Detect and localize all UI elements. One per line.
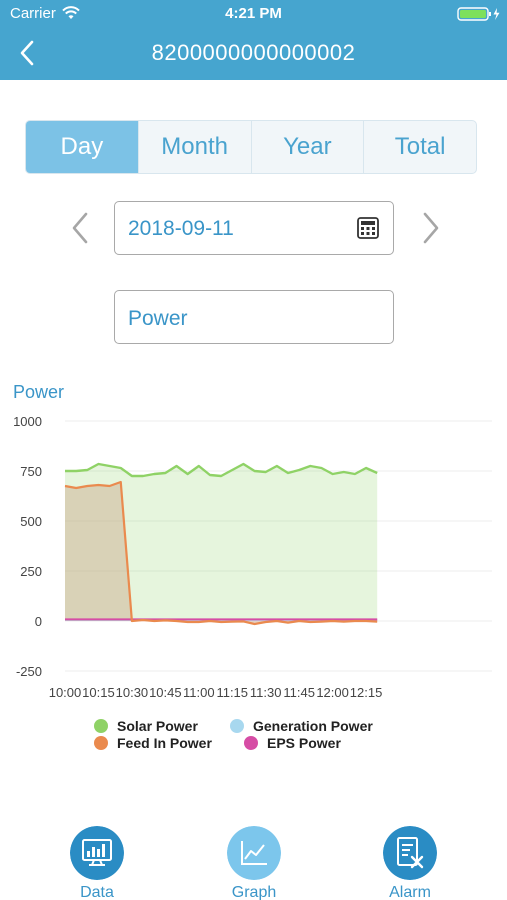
data-icon [70, 826, 124, 880]
tab-year[interactable]: Year [250, 121, 364, 173]
tab-graph[interactable]: Graph [199, 826, 309, 900]
next-date-button[interactable] [415, 208, 445, 248]
previous-date-button[interactable] [66, 208, 96, 248]
tab-total[interactable]: Total [363, 121, 476, 173]
date-field[interactable]: 2018-09-11 [114, 201, 394, 255]
battery-icon [457, 7, 500, 21]
nav-bar: 8200000000000002 [0, 28, 507, 80]
legend-dot-solar [94, 719, 108, 733]
legend-generation-power: Generation Power [230, 718, 373, 734]
legend-feed-in-power: Feed In Power [94, 735, 212, 751]
legend-label: Solar Power [117, 718, 198, 734]
y-tick-label: 750 [20, 464, 42, 479]
tab-label: Alarm [389, 884, 431, 900]
x-tick-label: 11:30 [250, 685, 282, 700]
legend-solar-power: Solar Power [94, 718, 198, 734]
page-title: 8200000000000002 [151, 40, 356, 65]
y-tick-label: 250 [20, 564, 42, 579]
x-tick-label: 11:45 [283, 685, 315, 700]
x-tick-label: 10:15 [82, 685, 115, 700]
legend-label: Feed In Power [117, 735, 212, 751]
x-tick-label: 11:00 [183, 685, 215, 700]
graph-icon [227, 826, 281, 880]
chart-type-value: Power [128, 307, 188, 330]
legend-label: Generation Power [253, 718, 373, 734]
x-tick-label: 10:30 [116, 685, 149, 700]
legend-label: EPS Power [267, 735, 341, 751]
tab-data[interactable]: Data [42, 826, 152, 900]
chart-legend: Solar Power Generation Power Feed In Pow… [94, 718, 434, 758]
chart-title: Power [13, 382, 65, 402]
tab-alarm[interactable]: Alarm [355, 826, 465, 900]
tab-label: Data [80, 884, 114, 900]
power-chart: 10007505002500-25010:00 10:15 10:30 10:45 11… [13, 414, 492, 700]
date-value: 2018-09-11 [128, 217, 234, 240]
x-tick-label: 10:45 [149, 685, 182, 700]
legend-eps-power: EPS Power [244, 735, 341, 751]
chart-type-selector[interactable]: Power [114, 290, 394, 344]
x-tick-label: 11:15 [216, 685, 248, 700]
status-bar: Carrier 4:21 PM [0, 0, 507, 28]
y-tick-label: -250 [16, 664, 42, 679]
legend-dot-generation [230, 719, 244, 733]
tab-label: Graph [231, 884, 277, 900]
calendar-icon[interactable] [356, 216, 380, 240]
x-tick-label: 12:00 [316, 685, 349, 700]
tab-month[interactable]: Month [137, 121, 251, 173]
x-tick-label: 10:00 [49, 685, 82, 700]
x-tick-label: 12:15 [350, 685, 383, 700]
tab-day[interactable]: Day [26, 121, 138, 173]
y-tick-label: 500 [20, 514, 42, 529]
y-tick-label: 0 [35, 614, 42, 629]
status-time: 4:21 PM [225, 5, 282, 22]
alarm-icon [383, 826, 437, 880]
legend-dot-feed-in [94, 736, 108, 750]
y-tick-label: 1000 [13, 414, 42, 429]
legend-dot-eps [244, 736, 258, 750]
period-segmented-control: Day Month Year Total [25, 120, 477, 174]
